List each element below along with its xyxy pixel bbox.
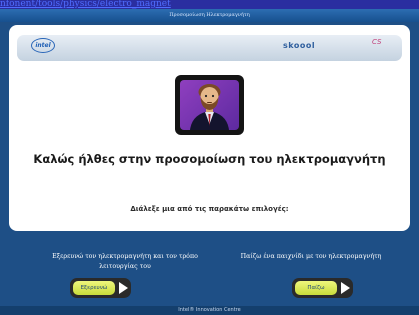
main-panel: intel skoool CS Καλώς ήλθες στην προσομο… — [9, 25, 410, 231]
play-button-label: Παίζω — [295, 281, 337, 295]
welcome-heading: Καλώς ήλθες στην προσομοίωση του ηλεκτρο… — [33, 152, 386, 166]
top-link[interactable]: nfonent/tools/physics/electro_magnet — [0, 0, 419, 9]
footer: Intel® Innovation Centre — [0, 306, 419, 315]
play-arrow-icon — [341, 282, 350, 294]
explore-button[interactable]: Εξερευνώ — [70, 278, 131, 298]
header-bar: intel skoool CS — [17, 35, 402, 61]
play-button[interactable]: Παίζω — [292, 278, 353, 298]
skoool-logo: skoool — [283, 41, 316, 50]
intel-logo: intel — [31, 38, 55, 53]
play-description: Παίζω ένα παιχνίδι με τον ηλεκτρομαγνήτη — [240, 253, 382, 260]
bearded-teacher-avatar-icon — [180, 80, 239, 130]
explore-description: Εξερευνώ τον ηλεκτρομαγνήτη και τον τρόπ… — [52, 253, 198, 270]
avatar — [175, 75, 244, 135]
cs-logo: CS — [372, 38, 382, 46]
instruction-text: Διάλεξε μια από τις παρακάτω επιλογές: — [130, 205, 289, 213]
play-arrow-icon — [119, 282, 128, 294]
explore-button-label: Εξερευνώ — [73, 281, 115, 295]
window-title: Προσομοίωση Ηλεκτρομαγνήτη — [0, 9, 419, 22]
